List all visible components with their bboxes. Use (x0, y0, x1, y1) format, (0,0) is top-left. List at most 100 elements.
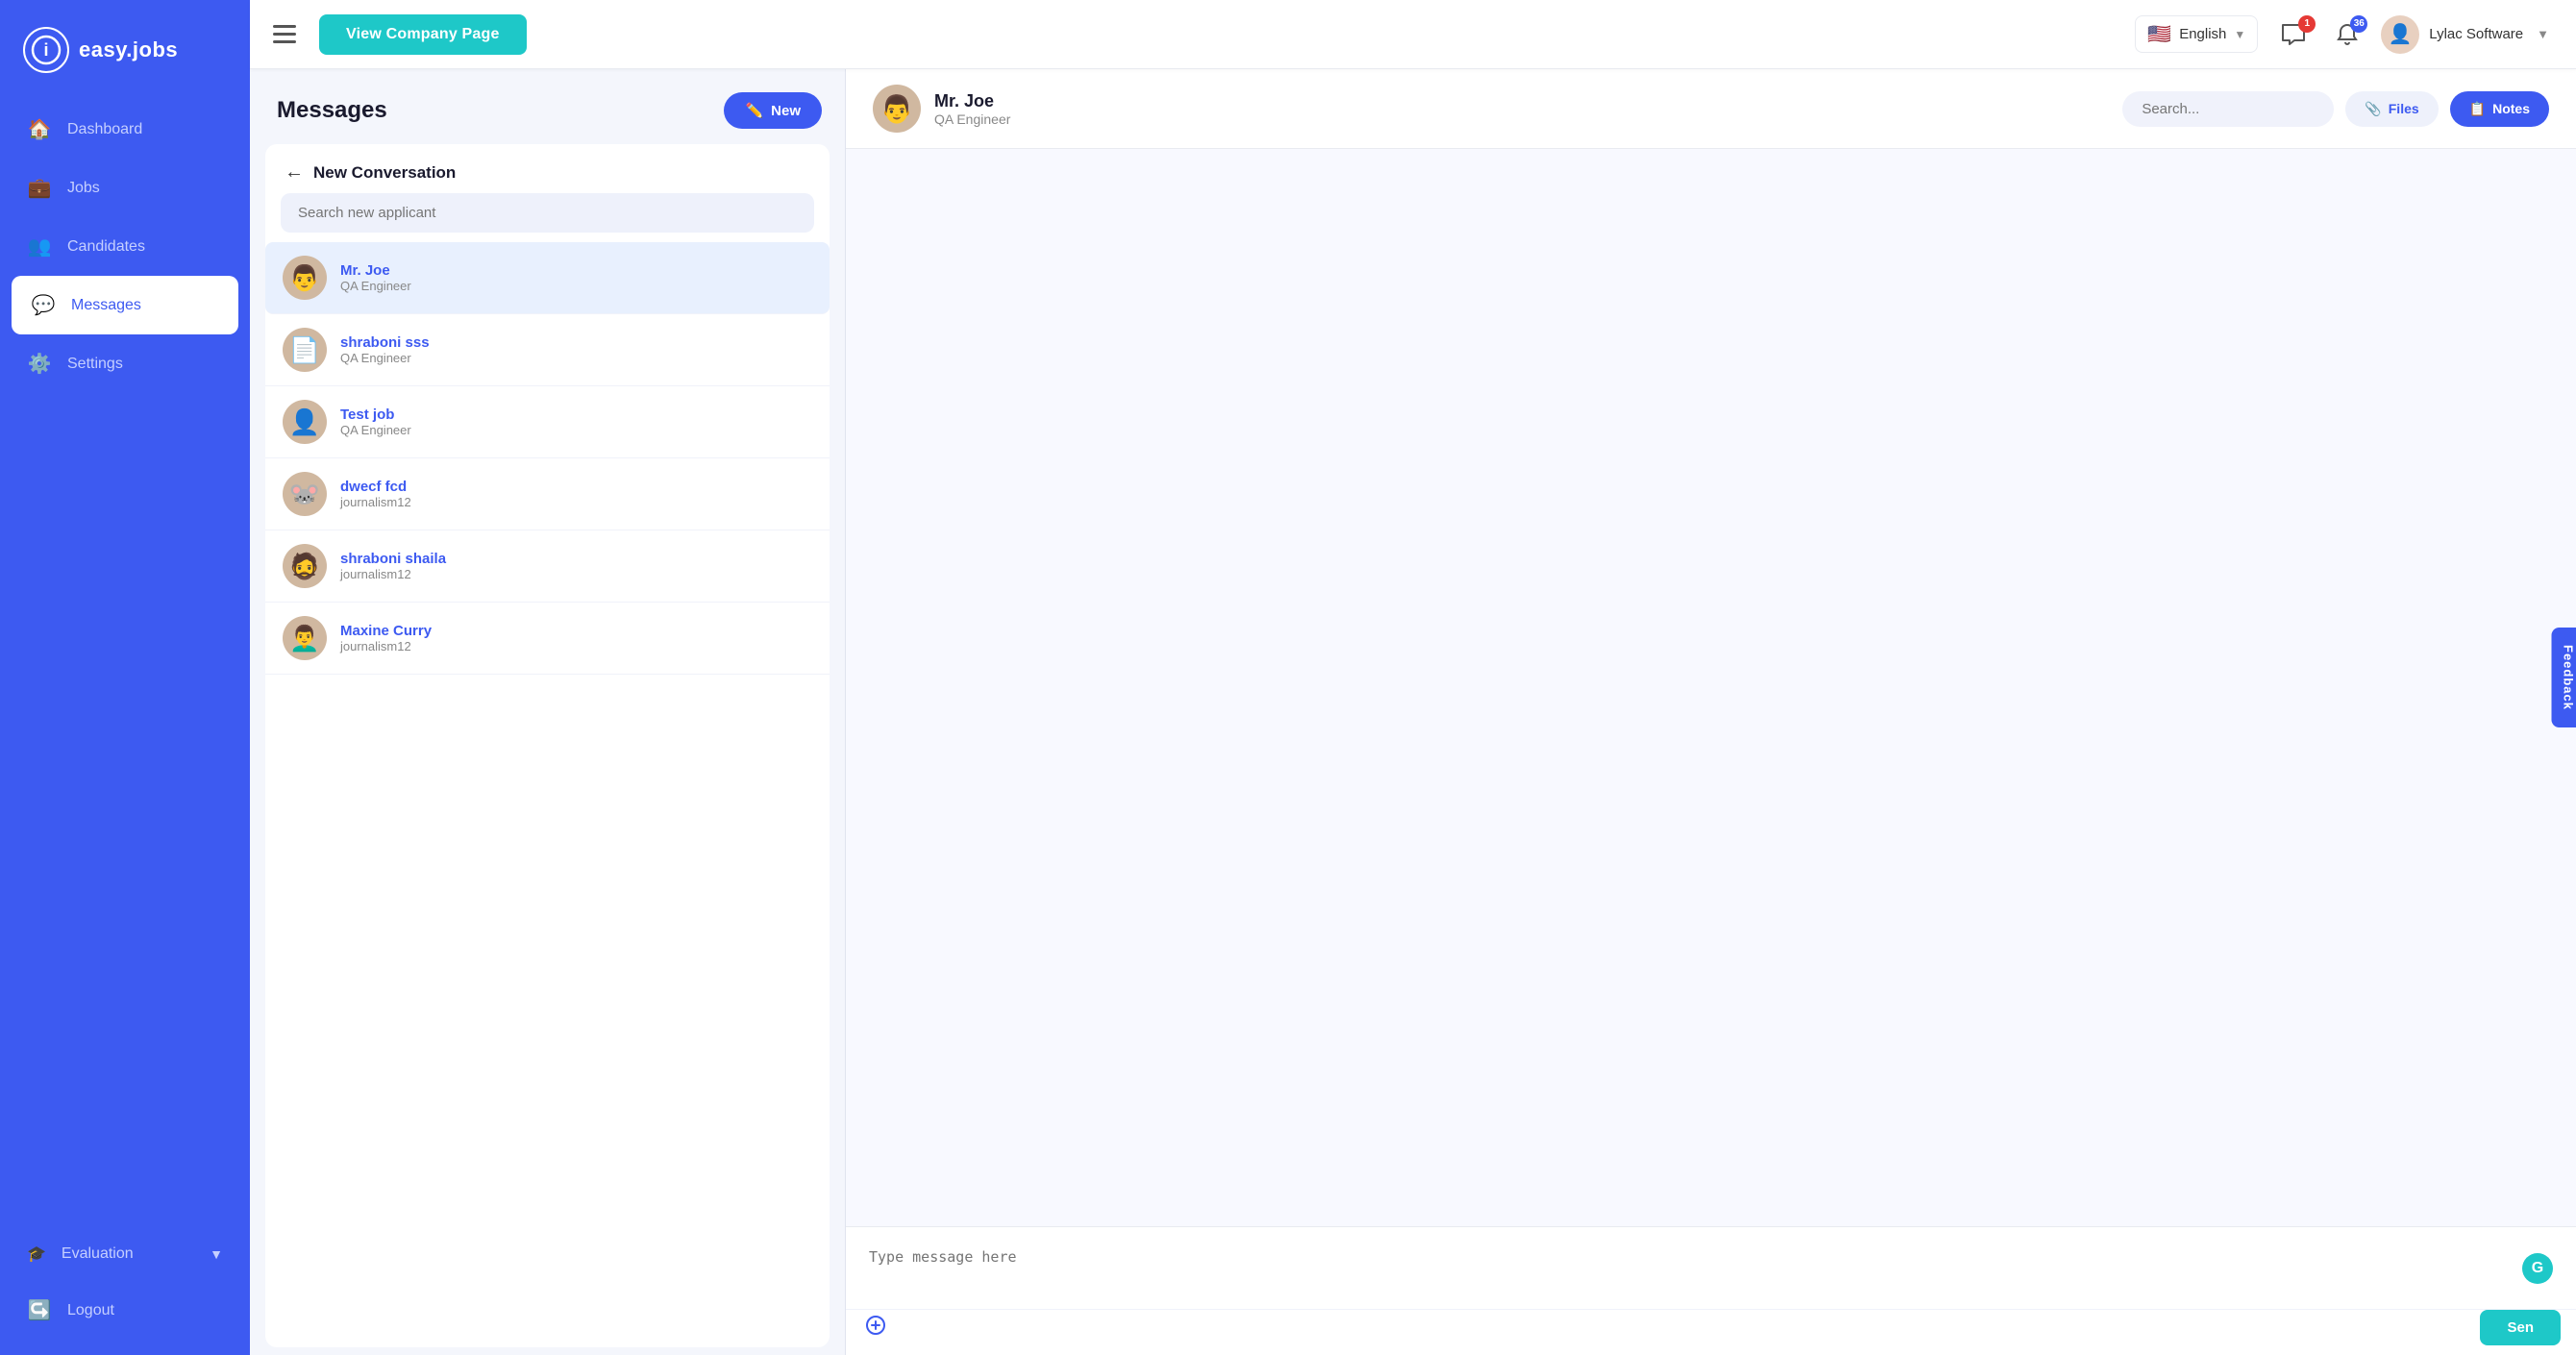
conv-info: dwecf fcd journalism12 (340, 479, 812, 509)
chat-input-wrapper: G (846, 1227, 2576, 1309)
chat-input-row: Sen (846, 1309, 2576, 1355)
conv-avatar: 👨‍🦱 (283, 616, 327, 660)
search-new-applicant-input[interactable] (281, 193, 814, 233)
messages-header: Messages ✏️ New (250, 69, 845, 144)
conv-role: journalism12 (340, 495, 812, 509)
chat-badge: 1 (2298, 15, 2316, 33)
new-conversation-area: ← New Conversation 👨 Mr. Joe QA Engineer… (265, 144, 830, 1347)
conv-info: shraboni shaila journalism12 (340, 551, 812, 581)
sidebar-nav: 🏠 Dashboard 💼 Jobs 👥 Candidates 💬 Messag… (0, 100, 250, 1227)
conv-avatar: 🧔 (283, 544, 327, 588)
sidebar-item-candidates[interactable]: 👥 Candidates (0, 217, 250, 276)
chevron-down-icon: ▼ (2234, 28, 2245, 41)
list-item[interactable]: 👨 Mr. Joe QA Engineer (265, 242, 830, 314)
conv-info: Mr. Joe QA Engineer (340, 262, 812, 293)
feedback-tab[interactable]: Feedback (2552, 628, 2576, 727)
settings-icon: ⚙️ (27, 352, 52, 376)
bell-icon-button[interactable]: 36 (2329, 19, 2365, 50)
chat-user-role: QA Engineer (934, 111, 1010, 127)
chat-icon-button[interactable]: 1 (2273, 19, 2314, 50)
sidebar-item-jobs[interactable]: 💼 Jobs (0, 159, 250, 217)
files-label: Files (2389, 101, 2419, 116)
conv-info: shraboni sss QA Engineer (340, 334, 812, 365)
main: View Company Page 🇺🇸 English ▼ 1 36 👤 Ly… (250, 0, 2576, 1355)
chat-topbar: 👨 Mr. Joe QA Engineer 📎 Files 📋 Notes (846, 69, 2576, 149)
chat-input-area: G Sen (846, 1226, 2576, 1355)
send-button[interactable]: Sen (2480, 1310, 2561, 1345)
profile-chevron-icon: ▼ (2537, 27, 2549, 41)
conv-avatar: 📄 (283, 328, 327, 372)
list-item[interactable]: 👤 Test job QA Engineer (265, 386, 830, 458)
new-conversation-header: ← New Conversation (265, 144, 830, 193)
conv-role: QA Engineer (340, 423, 812, 437)
conv-info: Test job QA Engineer (340, 406, 812, 437)
files-button[interactable]: 📎 Files (2345, 91, 2438, 127)
conv-avatar: 👨 (283, 256, 327, 300)
conv-name: dwecf fcd (340, 479, 812, 495)
sidebar-item-settings[interactable]: ⚙️ Settings (0, 334, 250, 393)
conv-avatar: 🐭 (283, 472, 327, 516)
new-conversation-title: New Conversation (313, 163, 456, 183)
back-arrow-icon[interactable]: ← (285, 161, 304, 184)
sidebar-label-candidates: Candidates (67, 238, 145, 256)
conv-avatar: 👤 (283, 400, 327, 444)
notes-label: Notes (2492, 101, 2530, 116)
jobs-icon: 💼 (27, 176, 52, 200)
sidebar-bottom: 🎓 Evaluation ▼ ↪️ Logout (0, 1227, 250, 1355)
conversation-list: 👨 Mr. Joe QA Engineer 📄 shraboni sss QA … (265, 242, 830, 1340)
list-item[interactable]: 👨‍🦱 Maxine Curry journalism12 (265, 603, 830, 675)
sidebar-item-dashboard[interactable]: 🏠 Dashboard (0, 100, 250, 159)
notes-button[interactable]: 📋 Notes (2450, 91, 2549, 127)
view-company-page-button[interactable]: View Company Page (319, 14, 527, 55)
sidebar-item-logout[interactable]: ↪️ Logout (0, 1281, 250, 1340)
language-selector[interactable]: 🇺🇸 English ▼ (2135, 15, 2258, 53)
sidebar-label-settings: Settings (67, 356, 123, 373)
conv-role: QA Engineer (340, 279, 812, 293)
sidebar-item-messages[interactable]: 💬 Messages (12, 276, 238, 334)
messages-icon: 💬 (31, 293, 56, 317)
menu-toggle-button[interactable] (265, 21, 304, 48)
flag-icon: 🇺🇸 (2147, 22, 2171, 46)
chat-user-details: Mr. Joe QA Engineer (934, 91, 1010, 127)
messages-panel: Messages ✏️ New ← New Conversation 👨 (250, 69, 846, 1355)
conv-name: Test job (340, 406, 812, 423)
svg-text:i: i (43, 40, 48, 60)
new-message-button[interactable]: ✏️ New (724, 92, 822, 129)
sidebar-label-evaluation: Evaluation (62, 1245, 134, 1263)
edit-icon: ✏️ (745, 102, 763, 119)
list-item[interactable]: 📄 shraboni sss QA Engineer (265, 314, 830, 386)
home-icon: 🏠 (27, 117, 52, 141)
grammarly-button[interactable]: G (2522, 1253, 2553, 1284)
logo-text: easy.jobs (79, 37, 178, 62)
list-item[interactable]: 🐭 dwecf fcd journalism12 (265, 458, 830, 530)
sidebar-item-evaluation[interactable]: 🎓 Evaluation ▼ (0, 1227, 250, 1281)
chat-area: 👨 Mr. Joe QA Engineer 📎 Files 📋 Notes (846, 69, 2576, 1355)
conv-role: QA Engineer (340, 351, 812, 365)
new-btn-label: New (771, 103, 801, 119)
chevron-down-icon: ▼ (210, 1246, 223, 1262)
sidebar-label-messages: Messages (71, 297, 141, 314)
sidebar-label-logout: Logout (67, 1302, 114, 1319)
chat-actions: 📎 Files 📋 Notes (2122, 91, 2549, 127)
chat-message-input[interactable] (846, 1227, 2576, 1304)
company-name: Lylac Software (2429, 26, 2523, 42)
conv-role: journalism12 (340, 639, 812, 653)
sidebar-logo: i easy.jobs (0, 0, 250, 100)
sidebar-label-jobs: Jobs (67, 180, 100, 197)
logout-icon: ↪️ (27, 1298, 52, 1322)
chat-user-name: Mr. Joe (934, 91, 1010, 111)
list-item[interactable]: 🧔 shraboni shaila journalism12 (265, 530, 830, 603)
chat-search-input[interactable] (2122, 91, 2334, 127)
sidebar: i easy.jobs 🏠 Dashboard 💼 Jobs 👥 Candida… (0, 0, 250, 1355)
conv-name: Maxine Curry (340, 623, 812, 639)
evaluation-icon: 🎓 (27, 1244, 46, 1264)
conv-name: shraboni sss (340, 334, 812, 351)
conv-info: Maxine Curry journalism12 (340, 623, 812, 653)
conv-name: Mr. Joe (340, 262, 812, 279)
attachment-button[interactable] (861, 1311, 890, 1345)
candidates-icon: 👥 (27, 234, 52, 259)
language-label: English (2179, 26, 2226, 42)
conv-role: journalism12 (340, 567, 812, 581)
bell-badge: 36 (2350, 15, 2367, 33)
user-profile[interactable]: 👤 Lylac Software ▼ (2381, 15, 2549, 54)
